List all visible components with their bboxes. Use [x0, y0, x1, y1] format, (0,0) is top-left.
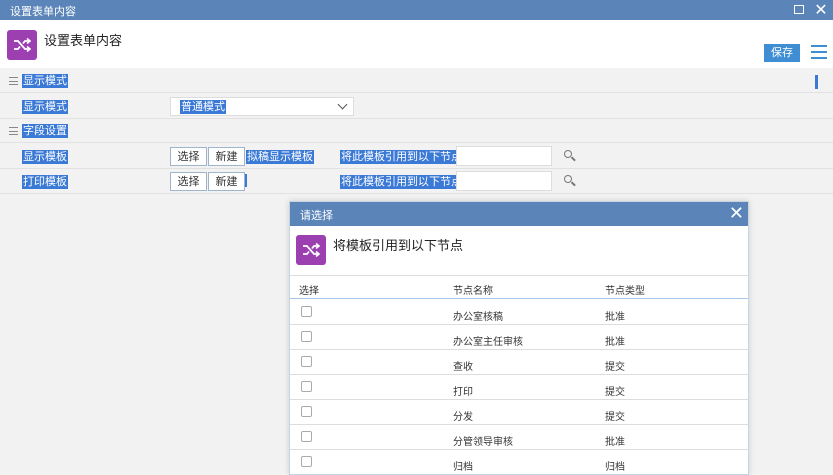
table-row[interactable]: 办公室主任审核 批准: [290, 325, 748, 350]
row-checkbox[interactable]: [301, 306, 312, 317]
search-icon[interactable]: [564, 150, 576, 162]
section-field-settings[interactable]: 字段设置: [0, 119, 833, 143]
row-checkbox[interactable]: [301, 356, 312, 367]
column-header-node-name[interactable]: 节点名称: [453, 282, 493, 297]
field-label-display-mode: 显示模式: [22, 100, 68, 114]
new-template-button[interactable]: 新建: [208, 147, 245, 166]
node-name: 查收: [453, 362, 473, 373]
table-row[interactable]: 查收 提交: [290, 350, 748, 375]
shuffle-icon: [7, 30, 37, 60]
list-icon[interactable]: [811, 44, 827, 60]
node-type: 归档: [605, 462, 625, 473]
node-type: 批准: [605, 337, 625, 348]
field-row-display-mode: 显示模式 普通模式: [0, 94, 833, 119]
maximize-button[interactable]: [791, 2, 807, 18]
node-name: 办公室主任审核: [453, 337, 523, 348]
table-row[interactable]: 归档 归档: [290, 450, 748, 474]
row-checkbox[interactable]: [301, 331, 312, 342]
window-titlebar: 设置表单内容 ✕: [0, 0, 833, 20]
row-checkbox[interactable]: [301, 406, 312, 417]
dialog-title: 请选择: [300, 209, 333, 222]
node-name: 办公室核稿: [453, 312, 503, 323]
chevron-down-icon: [337, 99, 348, 110]
close-icon[interactable]: ✕: [729, 204, 744, 224]
display-template-node-input[interactable]: [456, 146, 552, 166]
table-header: 选择 节点名称 节点类型: [290, 275, 748, 299]
shuffle-icon: [296, 235, 326, 265]
row-checkbox[interactable]: [301, 431, 312, 442]
node-name: 打印: [453, 387, 473, 398]
print-template-node-input[interactable]: [456, 171, 552, 191]
section-label: 字段设置: [22, 124, 68, 138]
field-row-display-template: 显示模板 选择 新建 拟稿显示模板 将此模板引用到以下节点: [0, 144, 833, 169]
node-type: 提交: [605, 362, 625, 373]
field-row-print-template: 打印模板 选择 新建 将此模板引用到以下节点: [0, 169, 833, 194]
maximize-icon: [794, 5, 804, 14]
window-title: 设置表单内容: [10, 5, 76, 18]
field-label-print-template: 打印模板: [22, 175, 68, 189]
dialog-heading: 将模板引用到以下节点: [333, 239, 464, 254]
table-row[interactable]: 打印 提交: [290, 375, 748, 400]
apply-print-template-label: 将此模板引用到以下节点: [340, 175, 463, 189]
row-checkbox[interactable]: [301, 381, 312, 392]
node-type: 提交: [605, 387, 625, 398]
apply-template-label: 将此模板引用到以下节点: [340, 150, 463, 164]
field-label-display-template: 显示模板: [22, 150, 68, 164]
node-name: 归档: [453, 462, 473, 473]
column-header-select[interactable]: 选择: [299, 282, 319, 297]
save-button[interactable]: 保存: [764, 44, 800, 62]
display-template-value: 拟稿显示模板: [246, 150, 314, 164]
node-type: 提交: [605, 412, 625, 423]
node-type: 批准: [605, 312, 625, 323]
scroll-marker: [815, 75, 818, 89]
node-name: 分管领导审核: [453, 437, 513, 448]
collapse-icon: [9, 77, 18, 85]
collapse-icon: [9, 127, 18, 135]
select-value: 普通模式: [180, 100, 226, 114]
close-window-button[interactable]: ✕: [813, 2, 829, 18]
new-print-template-button[interactable]: 新建: [208, 172, 245, 191]
search-icon[interactable]: [564, 175, 576, 187]
table-row[interactable]: 分管领导审核 批准: [290, 425, 748, 450]
table-row[interactable]: 分发 提交: [290, 400, 748, 425]
section-display-mode[interactable]: 显示模式: [0, 69, 833, 93]
table-row[interactable]: 办公室核稿 批准: [290, 300, 748, 325]
column-header-node-type[interactable]: 节点类型: [605, 282, 645, 297]
row-checkbox[interactable]: [301, 456, 312, 467]
dialog-titlebar: 请选择 ✕: [290, 202, 748, 226]
select-nodes-dialog: 请选择 ✕ 将模板引用到以下节点 选择 节点名称 节点类型 办公室核稿 批准 办…: [289, 201, 749, 475]
text-cursor: [245, 174, 247, 187]
select-template-button[interactable]: 选择: [170, 147, 207, 166]
select-print-template-button[interactable]: 选择: [170, 172, 207, 191]
display-mode-select[interactable]: 普通模式: [170, 97, 354, 116]
page-title: 设置表单内容: [44, 34, 123, 49]
section-label: 显示模式: [22, 74, 68, 88]
close-icon: ✕: [814, 0, 828, 19]
node-type: 批准: [605, 437, 625, 448]
node-name: 分发: [453, 412, 473, 423]
